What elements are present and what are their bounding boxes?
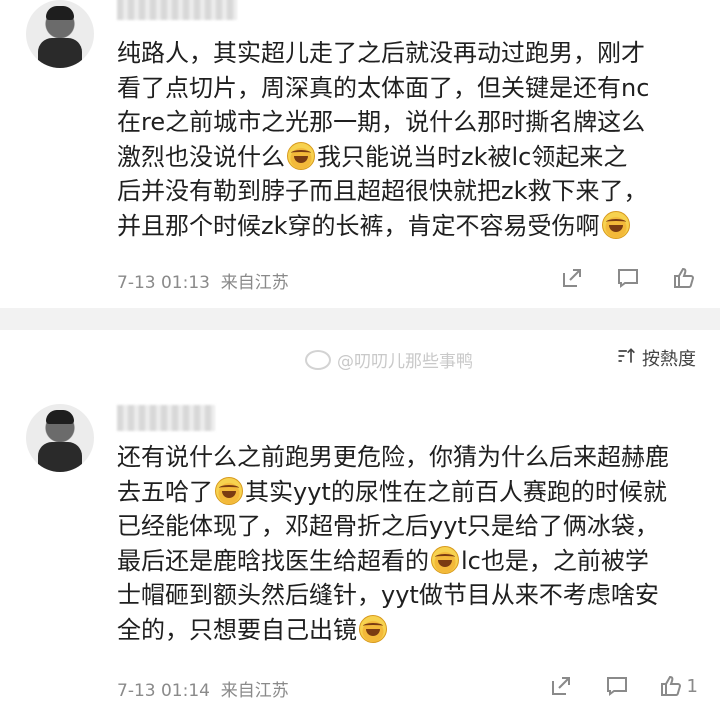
- share-icon[interactable]: [547, 672, 575, 700]
- comment-actions: 1: [547, 672, 698, 700]
- like-count: 1: [686, 675, 698, 697]
- sort-by-hotness-button[interactable]: 按熱度: [616, 345, 696, 371]
- avatar[interactable]: [26, 0, 94, 68]
- laugh-cry-emoji: [359, 614, 387, 643]
- comment-text: 还有说什么之前跑男更危险，你猜为什么后来超赫鹿 去五哈了 其实yyt的尿性在之前百…: [117, 443, 669, 644]
- location: 来自江苏: [220, 681, 289, 701]
- sort-label: 按熱度: [642, 349, 696, 370]
- comment-meta: 7-13 01:13 来自江苏: [117, 268, 289, 293]
- section-divider: [0, 308, 720, 330]
- laugh-cry-emoji: [431, 545, 459, 574]
- laugh-cry-emoji: [215, 476, 243, 505]
- comment-icon[interactable]: [614, 264, 642, 292]
- avatar[interactable]: [26, 404, 94, 472]
- like-icon[interactable]: [670, 264, 698, 292]
- username-redacted[interactable]: [117, 405, 215, 431]
- laugh-cry-emoji: [601, 210, 630, 239]
- watermark: @叨叨儿那些事鸭: [305, 347, 473, 372]
- comment-meta: 7-13 01:14 来自江苏: [117, 676, 289, 701]
- weibo-icon: [305, 349, 331, 370]
- share-icon[interactable]: [558, 264, 586, 292]
- sort-icon: [616, 346, 636, 371]
- timestamp: 7-13 01:13: [117, 273, 210, 293]
- comment-icon[interactable]: [603, 672, 631, 700]
- location: 来自江苏: [220, 273, 289, 293]
- username-redacted[interactable]: [117, 0, 237, 20]
- comment-text: 纯路人，其实超儿走了之后就没再动过跑男，刚才 看了点切片，周深真的太体面了，但关…: [117, 39, 650, 240]
- comment-actions: [558, 264, 698, 292]
- timestamp: 7-13 01:14: [117, 681, 210, 701]
- laugh-cry-emoji: [287, 141, 315, 170]
- like-button[interactable]: 1: [659, 672, 698, 700]
- like-icon: [660, 675, 681, 696]
